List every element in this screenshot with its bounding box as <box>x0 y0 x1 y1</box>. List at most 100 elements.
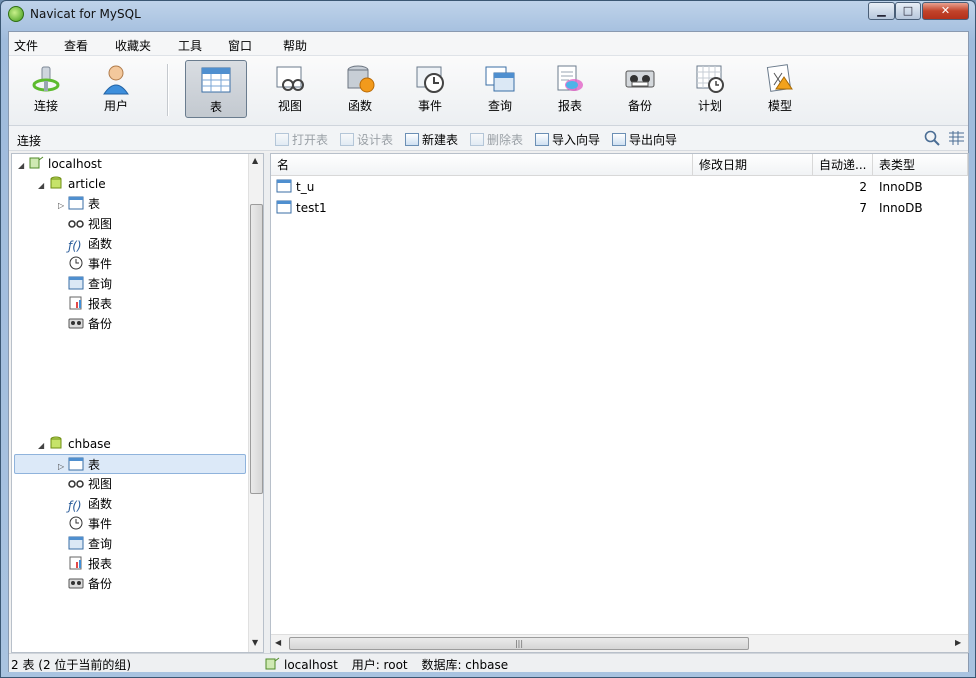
tree-item-queries[interactable]: 查询 <box>68 274 112 294</box>
plug-icon <box>32 66 60 92</box>
tables-button[interactable]: 表 <box>185 60 247 118</box>
tree-database-chbase[interactable]: ◢ chbase <box>38 434 111 454</box>
connections-label: 连接 <box>17 134 42 148</box>
report-icon <box>557 65 583 91</box>
object-toolbar: 连接 打开表 设计表 新建表 删除表 导入向导 导出向导 <box>9 126 968 151</box>
status-object-count: 2 表 (2 位于当前的组) <box>11 658 132 672</box>
connect-button[interactable]: 连接 <box>15 60 77 118</box>
collapse-arrow-icon[interactable]: ▷ <box>58 457 68 477</box>
table-row[interactable]: test1 <box>276 198 476 218</box>
expand-arrow-icon[interactable]: ◢ <box>38 436 48 456</box>
table-row[interactable]: t_u <box>276 177 476 197</box>
row-engine: InnoDB <box>879 201 923 215</box>
view-icon <box>68 480 84 488</box>
design-table-button[interactable]: 设计表 <box>340 131 393 147</box>
database-icon <box>50 176 62 189</box>
scroll-up-arrow-icon[interactable]: ▲ <box>252 156 258 165</box>
column-header-auto-increment[interactable]: 自动递... <box>813 154 873 176</box>
export-wizard-button[interactable]: 导出向导 <box>612 131 677 147</box>
open-table-icon <box>275 133 289 146</box>
new-table-button[interactable]: 新建表 <box>405 131 458 147</box>
menu-bar: 文件 查看 收藏夹 工具 窗口 帮助 <box>9 32 968 56</box>
close-button[interactable]: ✕ <box>922 2 969 20</box>
tree-scroll-thumb[interactable] <box>250 204 263 494</box>
import-wizard-button[interactable]: 导入向导 <box>535 131 600 147</box>
model-icon <box>766 64 793 92</box>
backup-button[interactable]: 备份 <box>609 60 671 118</box>
menu-window[interactable]: 窗口 <box>228 37 252 54</box>
tree-item-backups[interactable]: 备份 <box>68 574 112 594</box>
server-icon <box>265 657 280 670</box>
menu-tools[interactable]: 工具 <box>178 37 202 54</box>
views-button[interactable]: 视图 <box>259 60 321 118</box>
events-button[interactable]: 事件 <box>399 60 461 118</box>
minimize-button[interactable]: ▁ <box>868 2 895 20</box>
tree-item-reports[interactable]: 报表 <box>68 294 112 314</box>
queries-button[interactable]: 查询 <box>469 60 531 118</box>
scroll-right-arrow-icon[interactable]: ▶ <box>955 638 961 647</box>
expand-arrow-icon[interactable]: ◢ <box>38 176 48 196</box>
table-icon <box>68 457 84 471</box>
tree-item-events[interactable]: 事件 <box>68 254 112 274</box>
schedule-button[interactable]: 计划 <box>679 60 741 118</box>
delete-table-button[interactable]: 删除表 <box>470 131 523 147</box>
object-list[interactable]: 名 修改日期 自动递... 表类型 t_u 2 InnoDB test1 7 I… <box>270 153 969 653</box>
function-icon: ƒ() <box>68 499 82 513</box>
tree-item-tables[interactable]: ▷ 表 <box>58 194 100 214</box>
event-clock-icon <box>416 66 444 93</box>
table-icon <box>68 196 84 210</box>
collapse-arrow-icon[interactable]: ▷ <box>58 196 68 216</box>
functions-button[interactable]: 函数 <box>329 60 391 118</box>
list-horizontal-scrollbar[interactable]: ◀ ||| ▶ <box>271 634 968 652</box>
tree-item-queries[interactable]: 查询 <box>68 534 112 554</box>
tree-server[interactable]: ◢ localhost <box>18 154 102 174</box>
table-icon <box>276 179 292 193</box>
export-icon <box>612 133 626 146</box>
toolbar-separator <box>167 64 169 116</box>
schedule-calendar-icon <box>696 65 724 93</box>
function-icon: ƒ() <box>68 239 82 253</box>
design-table-icon <box>340 133 354 146</box>
connection-tree[interactable]: ◢ localhost ◢ article ▷ 表 视图 ƒ() 函数 事件 查询 报表… <box>11 153 264 653</box>
query-icon <box>485 66 515 92</box>
grid-view-icon[interactable] <box>949 131 964 145</box>
tree-item-backups[interactable]: 备份 <box>68 314 112 334</box>
column-header-engine[interactable]: 表类型 <box>873 154 968 176</box>
row-engine: InnoDB <box>879 180 923 194</box>
menu-favorites[interactable]: 收藏夹 <box>115 37 151 54</box>
reports-button[interactable]: 报表 <box>539 60 601 118</box>
table-icon <box>276 200 292 214</box>
expand-arrow-icon[interactable]: ◢ <box>18 156 28 176</box>
open-table-button[interactable]: 打开表 <box>275 131 328 147</box>
user-icon <box>103 65 129 95</box>
search-icon[interactable] <box>924 130 940 146</box>
import-icon <box>535 133 549 146</box>
navicat-logo-icon <box>8 6 24 22</box>
app-window: Navicat for MySQL ▁ □ ✕ 文件 查看 收藏夹 工具 窗口 … <box>0 0 976 678</box>
tree-item-functions[interactable]: ƒ() 函数 <box>68 494 112 514</box>
tree-item-reports[interactable]: 报表 <box>68 554 112 574</box>
menu-help[interactable]: 帮助 <box>283 37 307 54</box>
menu-view[interactable]: 查看 <box>64 37 88 54</box>
list-scroll-thumb[interactable]: ||| <box>289 637 749 650</box>
model-button[interactable]: 模型 <box>749 60 811 118</box>
event-clock-icon <box>69 516 83 530</box>
user-button[interactable]: 用户 <box>85 60 147 118</box>
backup-tape-icon <box>68 578 84 589</box>
tree-item-tables-selected[interactable]: ▷ 表 <box>14 454 246 474</box>
tree-database-article[interactable]: ◢ article <box>38 174 106 194</box>
tree-item-views[interactable]: 视图 <box>68 214 112 234</box>
menu-file[interactable]: 文件 <box>14 37 38 54</box>
tree-item-views[interactable]: 视图 <box>68 474 112 494</box>
column-header-modified[interactable]: 修改日期 <box>693 154 813 176</box>
title-bar[interactable]: Navicat for MySQL ▁ □ ✕ <box>1 1 975 27</box>
column-header-name[interactable]: 名 <box>271 154 693 176</box>
scroll-left-arrow-icon[interactable]: ◀ <box>275 638 281 647</box>
tree-item-events[interactable]: 事件 <box>68 514 112 534</box>
report-icon <box>69 556 82 570</box>
tree-item-functions[interactable]: ƒ() 函数 <box>68 234 112 254</box>
maximize-button[interactable]: □ <box>895 2 921 20</box>
tree-vertical-scrollbar[interactable]: ▲ ▼ <box>248 154 263 652</box>
row-auto-increment: 7 <box>859 201 867 215</box>
scroll-down-arrow-icon[interactable]: ▼ <box>252 638 258 647</box>
